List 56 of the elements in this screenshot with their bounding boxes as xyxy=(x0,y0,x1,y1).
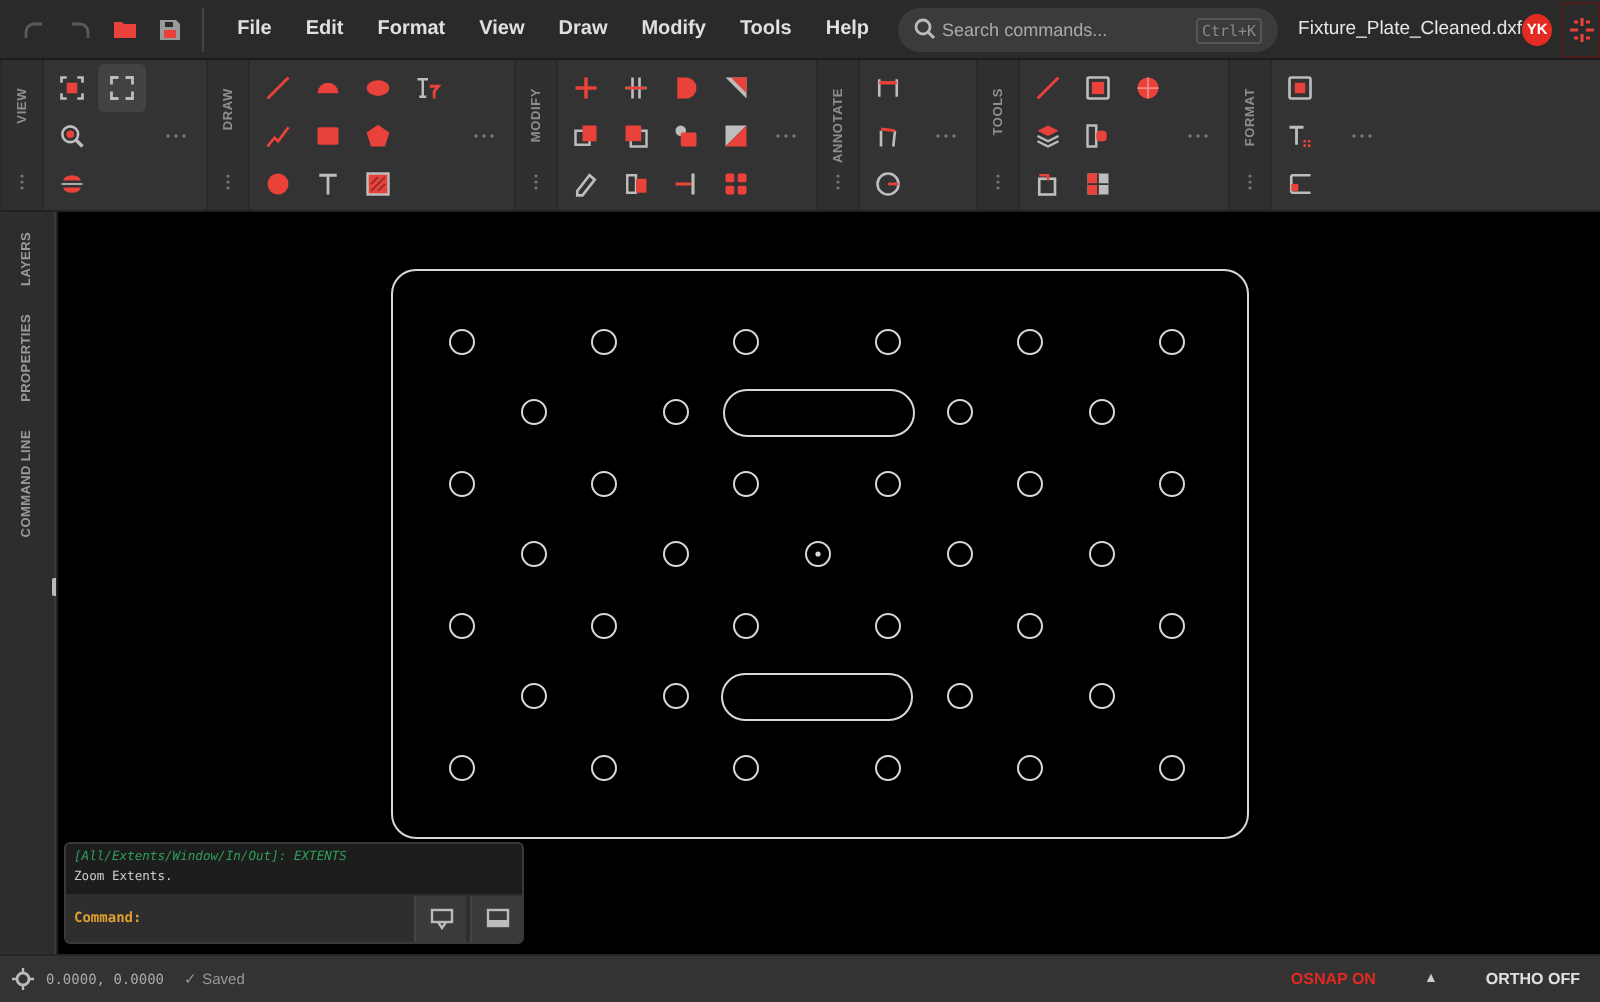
line-icon xyxy=(1034,74,1062,102)
line-icon xyxy=(264,74,292,102)
plus-icon xyxy=(572,74,600,102)
copy-icon xyxy=(572,122,600,150)
hatch-icon xyxy=(364,170,392,198)
circle-icon xyxy=(264,170,292,198)
menu-item[interactable]: Edit xyxy=(288,10,361,48)
menu-item[interactable]: View xyxy=(462,10,542,48)
fullscreen-icon xyxy=(108,74,136,102)
eraser-icon xyxy=(572,170,600,198)
panel-button[interactable] xyxy=(470,895,522,941)
search-icon xyxy=(914,18,937,40)
ortho-toggle[interactable]: ORTHO OFF xyxy=(1477,966,1588,992)
text-format-icon xyxy=(1286,122,1314,150)
mirror-icon xyxy=(622,74,650,102)
crosshair-button[interactable] xyxy=(1562,1,1600,57)
stretch-icon xyxy=(622,170,650,198)
menu-item[interactable]: Help xyxy=(808,10,887,48)
dimension-icon xyxy=(874,74,902,102)
text-icon xyxy=(314,170,342,198)
menu-item[interactable]: Format xyxy=(360,10,463,48)
polyline-icon xyxy=(264,122,292,150)
comment-button[interactable] xyxy=(414,895,466,941)
box-icon xyxy=(1286,74,1314,102)
zoom-icon xyxy=(58,122,86,150)
ellipse-icon xyxy=(364,74,392,102)
tool-button[interactable] xyxy=(98,64,146,112)
array-icon xyxy=(722,170,750,198)
redo-icon xyxy=(67,19,92,39)
menu-item[interactable]: Modify xyxy=(624,10,723,48)
radius-icon xyxy=(874,170,902,198)
square-icon xyxy=(1084,74,1112,102)
save-icon xyxy=(159,19,180,39)
menu-item[interactable]: Draw xyxy=(541,10,625,48)
grid-icon xyxy=(1084,170,1112,198)
folder-icon xyxy=(113,20,136,38)
menu-item[interactable]: File xyxy=(220,10,289,48)
pentagon-icon xyxy=(364,122,392,150)
panel-icon xyxy=(485,908,509,928)
trim-icon xyxy=(672,170,700,198)
menu-item[interactable]: Tools xyxy=(722,10,809,48)
sphere-icon xyxy=(1134,74,1162,102)
crosshair-icon xyxy=(1569,17,1593,41)
bracket-icon xyxy=(1286,170,1314,198)
document-title: Fixture_Plate_Cleaned.dxf xyxy=(1298,18,1523,40)
rotate-icon xyxy=(1034,170,1062,198)
offset-icon xyxy=(622,122,650,150)
group-icon xyxy=(672,122,700,150)
rectangle-icon xyxy=(314,122,342,150)
comment-icon xyxy=(429,907,453,929)
undo-icon xyxy=(22,19,47,39)
text-style-icon xyxy=(414,74,442,102)
zoom-extents-icon xyxy=(58,74,86,102)
layers-icon xyxy=(1034,122,1062,150)
crosshair-icon xyxy=(12,968,34,990)
angled-dimension-icon xyxy=(874,122,902,150)
